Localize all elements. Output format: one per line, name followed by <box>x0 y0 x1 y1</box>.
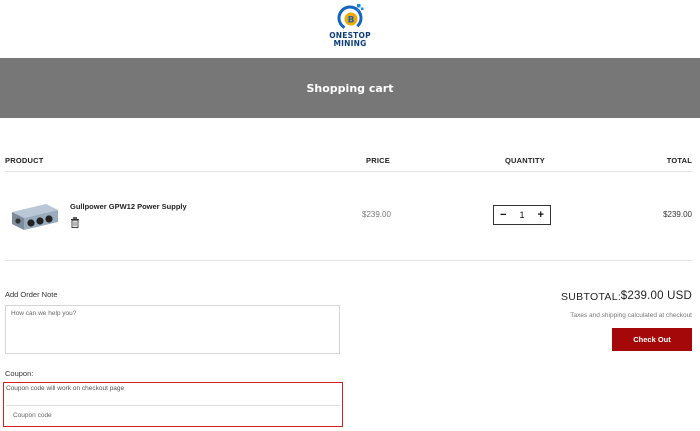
quantity-stepper[interactable]: − 1 + <box>493 205 551 225</box>
power-supply-image-icon <box>12 204 58 230</box>
coupon-code-input[interactable] <box>6 405 340 424</box>
decrement-button[interactable]: − <box>500 209 506 221</box>
onestop-mining-logo-icon: B <box>337 4 364 31</box>
order-note-textarea[interactable] <box>5 305 340 354</box>
quantity-value[interactable]: 1 <box>519 210 524 220</box>
item-total: $239.00 <box>663 210 692 219</box>
subtotal-value: $239.00 USD <box>620 290 692 302</box>
remove-item-button[interactable] <box>70 215 80 228</box>
order-note-label: Add Order Note <box>5 290 58 299</box>
header-price: PRICE <box>366 156 390 165</box>
checkout-button[interactable]: Check Out <box>612 328 692 351</box>
tax-shipping-note: Taxes and shipping calculated at checkou… <box>570 312 692 319</box>
row-divider <box>5 260 693 261</box>
product-thumbnail[interactable] <box>6 198 62 234</box>
increment-button[interactable]: + <box>538 209 544 221</box>
coupon-label: Coupon: <box>5 369 34 378</box>
page-banner: Shopping cart <box>0 58 700 118</box>
subtotal-label: SUBTOTAL: <box>561 291 622 303</box>
header-total: TOTAL <box>666 156 692 165</box>
item-price: $239.00 <box>362 210 391 219</box>
coupon-hint: Coupon code will work on checkout page <box>6 385 125 392</box>
trash-icon <box>71 217 79 228</box>
header-product: PRODUCT <box>5 156 44 165</box>
product-name-link[interactable]: Gullpower GPW12 Power Supply <box>70 202 187 211</box>
header-quantity: QUANTITY <box>505 156 545 165</box>
page-title: Shopping cart <box>306 81 394 95</box>
svg-text:B: B <box>348 16 355 26</box>
store-logo[interactable]: B ONESTOP MINING <box>320 2 380 58</box>
logo-text-line2: MINING <box>333 39 367 48</box>
header-divider <box>5 171 693 172</box>
